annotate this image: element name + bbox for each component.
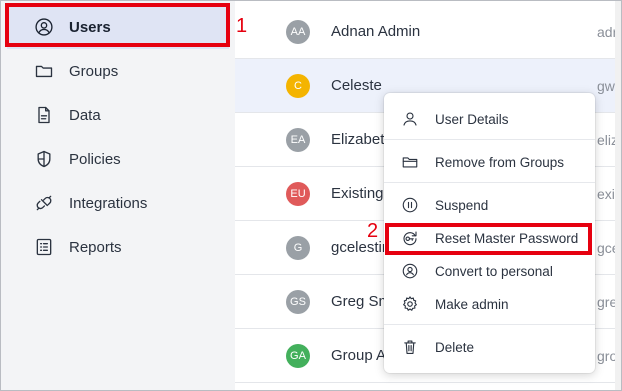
menu-item-make-admin[interactable]: Make admin [384,288,595,320]
avatar: EA [286,127,310,152]
user-name: Celeste [331,77,382,94]
annotation-box-1 [5,3,230,47]
sidebar-item-reports[interactable]: Reports [7,225,229,269]
menu-item-convert-to-personal[interactable]: Convert to personal [384,255,595,287]
menu-divider [384,182,595,183]
folder-icon [33,60,55,82]
sidebar-item-policies[interactable]: Policies [7,137,229,181]
menu-item-label: User Details [435,111,509,127]
sidebar-item-label: Integrations [69,194,148,212]
trash-icon [400,337,420,357]
sidebar-item-label: Reports [69,238,122,256]
menu-item-remove-from-groups[interactable]: Remove from Groups [384,146,595,178]
user-name: Greg Sm [331,293,392,310]
avatar: GS [286,289,310,314]
sidebar-item-label: Data [69,106,101,124]
shield-icon [33,148,55,170]
menu-item-user-details[interactable]: User Details [384,103,595,135]
user-name: Group A [331,347,387,364]
avatar: AA [286,19,310,44]
menu-item-label: Remove from Groups [435,154,565,170]
sidebar-item-integrations[interactable]: Integrations [7,181,229,225]
avatar: EU [286,181,310,206]
folder-remove-icon [400,152,420,172]
menu-item-label: Delete [435,339,475,355]
annotation-step-2: 2 [367,220,379,242]
document-icon [33,104,55,126]
menu-item-label: Convert to personal [435,263,553,279]
annotation-box-2 [385,223,592,255]
avatar: GA [286,343,310,368]
sidebar-item-groups[interactable]: Groups [7,49,229,93]
scrollbar[interactable] [615,1,621,390]
sidebar-item-label: Policies [69,150,121,168]
user-name: Adnan Admin [331,23,421,40]
sidebar-item-label: Groups [69,62,119,80]
menu-item-label: Make admin [435,296,509,312]
checklist-icon [33,236,55,258]
user-name: gcelestin [331,239,391,256]
sidebar-item-data[interactable]: Data [7,93,229,137]
user-convert-icon [400,261,420,281]
gear-icon [400,294,420,314]
user-name: Elizabet [331,131,385,148]
table-row[interactable]: AA Adnan Admin adr [235,5,621,59]
menu-item-suspend[interactable]: Suspend [384,189,595,221]
menu-item-label: Suspend [435,197,489,213]
avatar: G [286,235,310,260]
menu-item-delete[interactable]: Delete [384,331,595,363]
user-name: Existing [331,185,384,202]
menu-divider [384,324,595,325]
menu-divider [384,139,595,140]
plug-icon [33,192,55,214]
user-icon [400,109,420,129]
sidebar: Users Groups Data Policies Integrations … [1,1,235,390]
avatar: C [286,73,310,98]
pause-icon [400,195,420,215]
